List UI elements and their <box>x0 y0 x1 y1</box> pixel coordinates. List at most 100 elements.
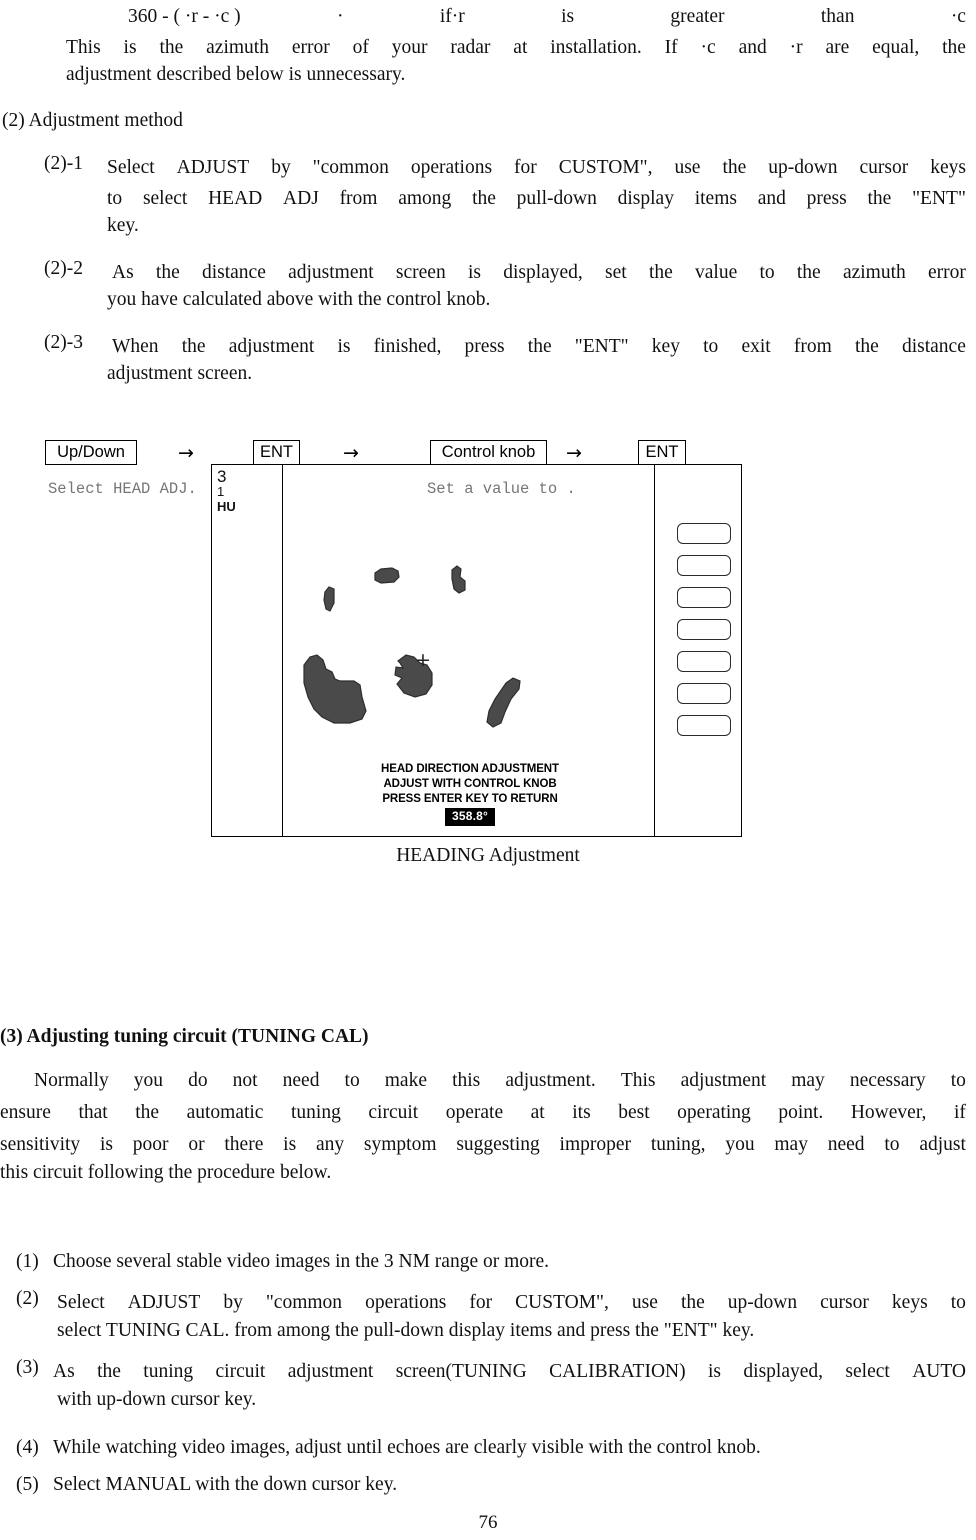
word: pull-down <box>516 188 597 209</box>
softkey-7[interactable] <box>677 715 731 736</box>
formula-part: greater <box>670 6 725 27</box>
word: "common <box>312 157 389 178</box>
word: use <box>631 1292 658 1313</box>
section3-paragraph-line-3: sensitivity is poor or there is any symp… <box>0 1130 966 1160</box>
radar-osd-messages: HEAD DIRECTION ADJUSTMENT ADJUST WITH CO… <box>284 762 656 826</box>
flow-note-select-head-adj: Select HEAD ADJ. <box>48 480 197 498</box>
word: is <box>99 1134 113 1155</box>
figure-caption: HEADING Adjustment <box>396 845 580 866</box>
word: tuning <box>143 1361 194 1382</box>
flow-note-set-a-value: Set a value to . <box>427 480 576 498</box>
radar-scope[interactable]: + HEAD DIRECTION ADJUSTMENT ADJUST WITH … <box>284 465 656 836</box>
word: AUTO <box>912 1361 966 1382</box>
word: and <box>738 37 767 58</box>
word: the <box>155 262 180 283</box>
word: keys <box>930 157 966 178</box>
word: operations <box>410 157 493 178</box>
word: As <box>112 262 134 283</box>
word: adjustment <box>287 1361 374 1382</box>
word: select <box>142 188 188 209</box>
tuning-step-4-line-1: While watching video images, adjust unti… <box>53 1437 761 1458</box>
word: you <box>725 1134 755 1155</box>
word: adjustment. <box>505 1070 596 1091</box>
flow-arrow-2-icon: → <box>343 442 359 464</box>
radar-left-divider <box>282 465 283 836</box>
word: tuning <box>291 1102 341 1123</box>
word: the <box>722 157 747 178</box>
word: the <box>854 336 879 357</box>
word: items <box>694 188 737 209</box>
formula-part: is <box>561 6 575 27</box>
key-ent-button-1[interactable]: ENT <box>253 440 300 465</box>
word: If <box>664 37 678 58</box>
word: there <box>224 1134 264 1155</box>
word: HEAD <box>208 188 263 209</box>
word: Normally <box>34 1070 109 1091</box>
word: error <box>928 262 966 283</box>
word: from <box>339 188 378 209</box>
word: ADJ <box>283 188 319 209</box>
word: to <box>950 1292 966 1313</box>
word: However, <box>850 1102 927 1123</box>
softkey-1[interactable] <box>677 523 731 544</box>
step-marker-2-3: (2)-3 <box>44 332 83 353</box>
word: you <box>133 1070 164 1091</box>
section2-heading: (2) Adjustment method <box>2 110 183 131</box>
word: displayed, <box>503 262 583 283</box>
word: the <box>159 37 184 58</box>
word: to <box>107 188 123 209</box>
word: cursor <box>859 157 909 178</box>
tuning-step-2-line-1: Select ADJUST by "common operations for … <box>57 1288 966 1318</box>
word: by <box>271 157 291 178</box>
word: is <box>467 262 481 283</box>
step-2-2-line-1: As the distance adjustment screen is dis… <box>112 258 966 288</box>
word: installation. <box>550 37 642 58</box>
softkey-3[interactable] <box>677 587 731 608</box>
word: ensure <box>0 1102 51 1123</box>
osd-line-adjust-knob: ADJUST WITH CONTROL KNOB <box>383 778 557 790</box>
word: cursor <box>820 1292 869 1313</box>
key-up-down-button[interactable]: Up/Down <box>45 440 137 465</box>
word: operate <box>445 1102 504 1123</box>
key-control-knob-button[interactable]: Control knob <box>430 440 547 465</box>
word: up-down <box>727 1292 798 1313</box>
softkey-5[interactable] <box>677 651 731 672</box>
word: error <box>291 37 330 58</box>
word: are <box>825 37 850 58</box>
word: for <box>469 1292 493 1313</box>
word: circuit <box>215 1361 266 1382</box>
step-2-3-line-2: adjustment screen. <box>107 363 253 384</box>
word: among <box>398 188 452 209</box>
word: CALIBRATION) <box>549 1361 686 1382</box>
word: need <box>827 1134 865 1155</box>
word: the <box>680 1292 705 1313</box>
word: the <box>648 262 673 283</box>
formula-part: 360 - ( ·r - ·c ) <box>128 6 241 27</box>
word: the <box>472 188 496 209</box>
key-ent-button-2[interactable]: ENT <box>638 440 686 465</box>
word: equal, <box>872 37 920 58</box>
tuning-step-2-line-2: select TUNING CAL. from among the pull-d… <box>57 1320 755 1341</box>
word: When <box>112 336 159 357</box>
word: suggesting <box>456 1134 540 1155</box>
word: operations <box>365 1292 447 1313</box>
word: and <box>757 188 786 209</box>
tuning-step-marker-3: (3) <box>16 1357 39 1378</box>
step-2-1-line-1: Select ADJUST by "common operations for … <box>107 153 966 183</box>
word: CUSTOM", <box>558 157 653 178</box>
word: by <box>223 1292 243 1313</box>
word: screen <box>395 262 446 283</box>
softkey-6[interactable] <box>677 683 731 704</box>
word: of <box>352 37 369 58</box>
word: at <box>530 1102 545 1123</box>
softkey-4[interactable] <box>677 619 731 640</box>
tuning-step-marker-5: (5) <box>16 1474 39 1495</box>
word: ·r <box>789 37 803 58</box>
word: distance <box>901 336 966 357</box>
osd-line-head-direction: HEAD DIRECTION ADJUSTMENT <box>381 763 559 775</box>
tuning-step-1-line-1: Choose several stable video images in th… <box>53 1251 550 1272</box>
tuning-step-3-line-2: with up-down cursor key. <box>57 1389 257 1410</box>
section3-paragraph-line-2: ensure that the automatic tuning circuit… <box>0 1098 966 1128</box>
softkey-2[interactable] <box>677 555 731 576</box>
intro-paragraph-line-1: This is the azimuth error of your radar … <box>66 33 966 63</box>
